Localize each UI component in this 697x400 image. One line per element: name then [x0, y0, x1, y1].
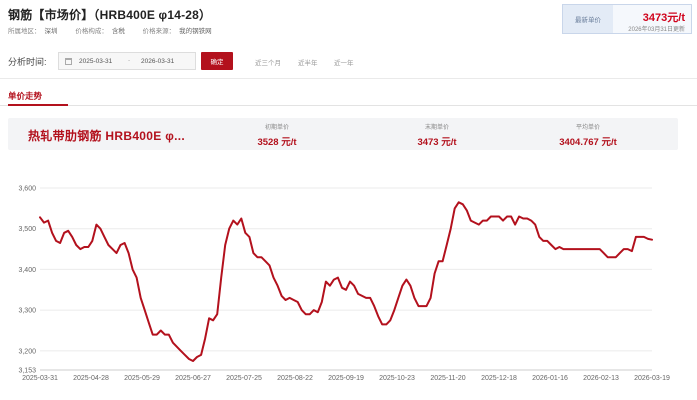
x-tick-label: 2025-10-23 — [379, 375, 415, 382]
price-trend-chart: 3,153 3,200 3,300 3,400 3,500 3,600 2025-03-3… — [18, 186, 670, 383]
x-tick-label: 2025-06-27 — [175, 375, 211, 382]
x-tick-label: 2025-04-28 — [73, 375, 109, 382]
average-price-label: 平均单价 — [575, 125, 600, 131]
product-name: 热轧带肋钢筋 HRB400E φ... — [28, 129, 185, 143]
average-price-stat: 平均单价 3404.767 元/t — [533, 122, 643, 148]
price-meta: 所属地区： 深圳 价格构成： 含税 价格来源： 我的钢铁网 — [8, 25, 228, 35]
region-label: 所属地区： — [8, 28, 41, 35]
y-tick-label: 3,500 — [18, 226, 36, 233]
page-header: 钢筋【市场价】（HRB400E φ14-28） 所属地区： 深圳 价格构成： 含税 … — [0, 0, 697, 44]
start-date-input[interactable]: 2025-03-31 — [79, 58, 112, 65]
y-tick-label: 3,153 — [18, 368, 36, 375]
quick-filter-1-year[interactable]: 近一年 — [334, 57, 354, 67]
quick-filter-half-year[interactable]: 近半年 — [298, 57, 318, 67]
y-tick-label: 3,300 — [18, 308, 36, 315]
tab-bar-line — [0, 105, 697, 106]
composition-label: 价格构成： — [75, 28, 108, 35]
analysis-time-label: 分析时间: — [8, 57, 47, 67]
date-range-picker[interactable]: 2025-03-31 - 2026-03-31 — [58, 52, 196, 70]
quick-filter-3-months[interactable]: 近三个月 — [255, 57, 281, 67]
source-label: 价格来源： — [142, 28, 176, 35]
x-tick-label: 2025-11-20 — [430, 375, 465, 382]
region-value: 深圳 — [44, 28, 58, 35]
y-tick-label: 3,600 — [18, 186, 36, 193]
x-tick-label: 2025-03-31 — [22, 375, 58, 382]
end-date-input[interactable]: 2026-03-31 — [141, 58, 174, 65]
confirm-button[interactable]: 确定 — [201, 52, 233, 70]
x-tick-label: 2025-12-18 — [481, 375, 517, 382]
date-separator: - — [128, 57, 131, 64]
y-tick-label: 3,200 — [18, 348, 36, 355]
x-tick-label: 2026-01-16 — [532, 375, 568, 382]
x-tick-label: 2025-08-22 — [277, 375, 313, 382]
initial-price-label: 初期单价 — [264, 125, 289, 131]
x-tick-label: 2025-07-25 — [226, 375, 262, 382]
latest-update-date: 2026年03月31日更新 — [628, 27, 685, 33]
tab-price-trend[interactable]: 单价走势 — [8, 90, 42, 102]
x-tick-label: 2026-02-13 — [583, 375, 619, 382]
initial-price-value: 3528 元/t — [257, 137, 297, 148]
x-tick-label: 2025-05-29 — [124, 375, 160, 382]
section-divider — [0, 78, 697, 79]
calendar-icon — [65, 58, 72, 65]
final-price-value: 3473 元/t — [417, 137, 457, 148]
latest-price-label: 最新单价 — [563, 5, 613, 33]
latest-price-value: 3473元/t — [642, 12, 685, 24]
final-price-label: 末期单价 — [424, 125, 449, 131]
source-value: 我的钢铁网 — [179, 28, 212, 35]
y-tick-label: 3,400 — [18, 267, 36, 274]
average-price-value: 3404.767 元/t — [559, 137, 617, 148]
active-tab-indicator — [8, 104, 68, 106]
initial-price-stat: 初期单价 3528 元/t — [222, 122, 332, 148]
latest-price-box: 最新单价 3473元/t 2026年03月31日更新 — [562, 4, 692, 34]
date-filter-bar: 分析时间: 2025-03-31 - 2026-03-31 确定 近三个月 近半… — [0, 50, 697, 72]
page-title: 钢筋【市场价】（HRB400E φ14-28） — [8, 8, 212, 22]
composition-value: 含税 — [111, 28, 125, 35]
final-price-stat: 末期单价 3473 元/t — [382, 122, 492, 148]
x-tick-label: 2026-03-19 — [634, 375, 670, 382]
price-series-line — [39, 201, 653, 362]
x-tick-label: 2025-09-19 — [328, 375, 364, 382]
price-summary-bar: 热轧带肋钢筋 HRB400E φ... 初期单价 3528 元/t 末期单价 3… — [8, 118, 678, 150]
